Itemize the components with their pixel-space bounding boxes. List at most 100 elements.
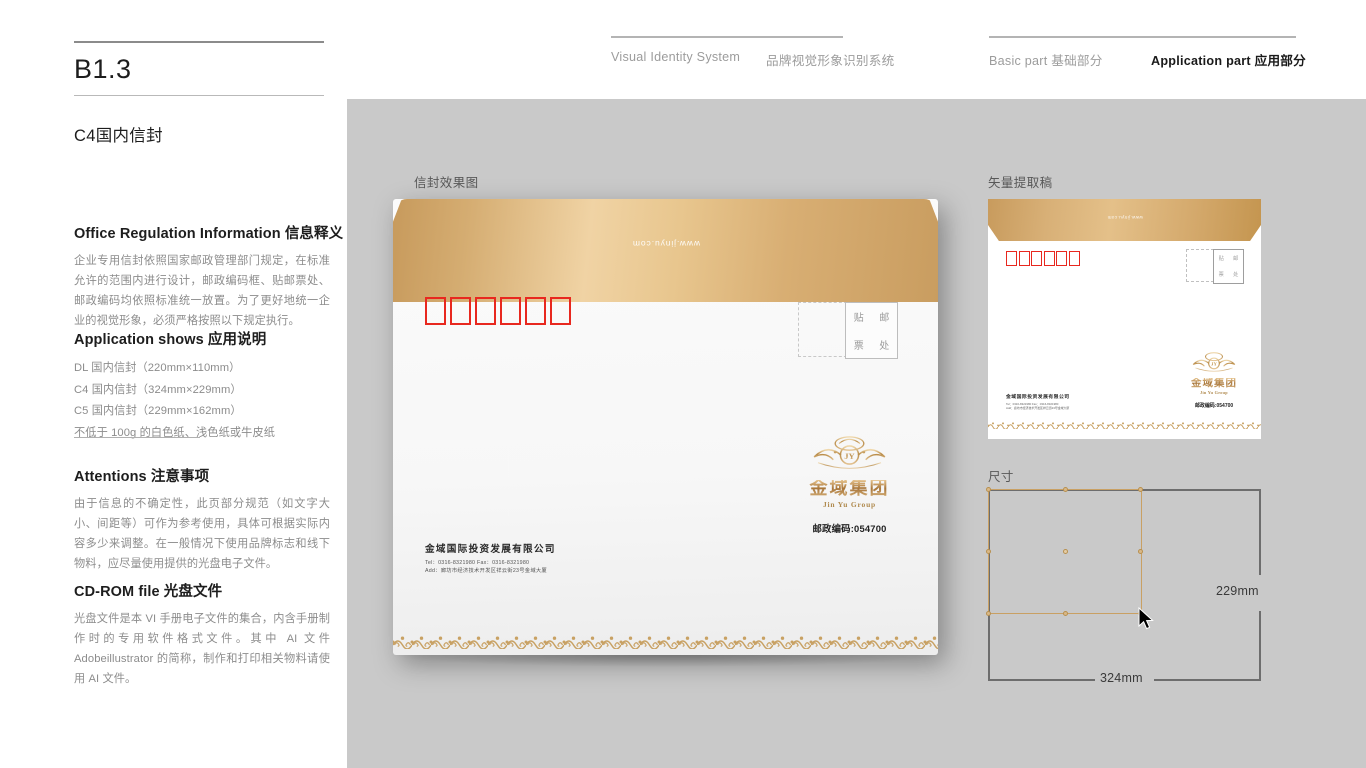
stamp-char: 贴 [853,313,864,325]
header-basic-part[interactable]: Basic part 基础部分 [989,50,1103,69]
section-application-shows: Application shows 应用说明 DL 国内信封（220mm×110… [74,328,330,444]
dim-bracket-right-lower [1259,611,1261,681]
postal-code-cell[interactable] [1043,251,1055,266]
vector-envelope-flap: www.jinyu.com [988,199,1261,241]
spec-item-paper: 不低于 100g 的白色纸、浅色纸或牛皮纸 [74,426,276,439]
svg-text:JY: JY [844,451,855,461]
section-attentions: Attentions 注意事项 由于信息的不确定性，此页部分规范（如文字大小、间… [74,465,330,575]
header-group-parts: Basic part 基础部分 Application part 应用部分 [989,36,1306,68]
stamp-char: 贴 [1218,255,1224,262]
stamp-char: 票 [853,340,864,352]
section-cdrom-file-body: 光盘文件是本 VI 手册电子文件的集合，内含手册制作时的专用软件格式文件。其中 … [74,613,330,685]
section-cdrom-file: CD-ROM file 光盘文件 光盘文件是本 VI 手册电子文件的集合，内含手… [74,580,330,690]
logo-crest-icon: JY [1192,352,1236,372]
dim-bracket-right-upper [1259,489,1261,575]
header-group-vis: Visual Identity System 品牌视觉形象识别系统 [611,36,913,68]
postal-code-cell[interactable] [1018,251,1030,266]
page-code: B1.3 [74,54,132,84]
logo-text-cn: 金域集团 [797,479,902,498]
brand-logo: JY 金域集团 Jin Yu Group [797,434,902,509]
svg-text:JY: JY [1211,362,1218,368]
postal-code-cell[interactable] [525,297,546,325]
envelope-mockup[interactable]: www.jinyu.com 贴 邮 票 处 金域国际投资发展有限公司 Tel：0… [393,199,938,655]
vector-decorative-border-icon [988,422,1261,429]
postal-code-cell[interactable] [500,297,521,325]
header-application-part[interactable]: Application part 应用部分 [1151,50,1306,69]
selection-handle-nw[interactable] [986,487,991,492]
vector-brand-logo: JY 金域集团 Jin Yu Group [1183,351,1245,395]
vector-postal-code-boxes [1006,251,1080,266]
selection-handle-ne[interactable] [1138,487,1143,492]
selection-center-point[interactable] [1063,549,1068,554]
vector-stamp-area: 贴 邮 票 处 [1186,249,1244,284]
size-diagram[interactable]: 324mm 229mm [986,487,1280,729]
envelope-flap-url: www.jinyu.com [631,239,700,249]
selection-handle-e[interactable] [1138,549,1143,554]
section-code-block: B1.3 [74,41,324,96]
section-application-shows-title: Application shows 应用说明 [74,332,267,348]
logo-crest-icon: JY [813,436,886,469]
header-rule-left [611,36,843,38]
section-office-regulation-title: Office Regulation Information 信息释义 [74,226,344,242]
section-attentions-title: Attentions 注意事项 [74,469,210,485]
postal-code-cell[interactable] [1068,251,1080,266]
sidebar-divider [74,437,200,438]
postal-code-cell[interactable] [1031,251,1042,266]
label-envelope-mockup: 信封效果图 [414,176,479,190]
dim-label-height: 229mm [1216,584,1259,598]
company-address: Add：廊坊市经济技术开发区祥云街23号金域大厦 [425,568,547,575]
section-attentions-body: 由于信息的不确定性，此页部分规范（如文字大小、间距等）可作为参考使用，具体可根据… [74,498,330,570]
stamp-char: 处 [1233,272,1239,279]
company-name: 金域国际投资发展有限公司 [425,544,556,555]
postal-code-boxes [425,297,571,325]
stamp-char: 邮 [1233,255,1239,262]
stamp-box: 贴 邮 票 处 [845,302,898,359]
artwork-canvas: 信封效果图 矢量提取稿 尺寸 www.jinyu.com 贴 邮 票 处 金域国… [347,99,1366,768]
header-visual-identity-system: Visual Identity System [611,50,741,64]
postal-code-cell[interactable] [1056,251,1067,266]
logo-text-cn: 金域集团 [1183,378,1245,389]
postal-zip-code: 邮政编码:054700 [812,523,887,534]
company-info: 金域国际投资发展有限公司 Tel：0316-8321980 Fax：0316-8… [425,541,556,575]
selection-handle-w[interactable] [986,549,991,554]
postal-code-cell[interactable] [1006,251,1017,266]
header-visual-identity-system-cn: 品牌视觉形象识别系统 [766,54,895,68]
postal-code-cell[interactable] [450,297,471,325]
company-name: 金域国际投资发展有限公司 [1006,395,1070,400]
vector-flap-url: www.jinyu.com [1106,215,1143,220]
section-office-regulation-body: 企业专用信封依照国家邮政管理部门规定，在标准允许的范围内进行设计，邮政编码框、贴… [74,255,330,327]
stamp-char: 处 [879,340,890,352]
selection-handle-s[interactable] [1063,611,1068,616]
company-address: Add：廊坊市经济技术开发区祥云街23号金域大厦 [1006,405,1070,410]
selection-rectangle[interactable] [986,487,1143,616]
vector-postal-zip-code: 邮政编码:054700 [1194,403,1234,409]
label-vector-artwork: 矢量提取稿 [988,176,1053,190]
selection-handle-sw[interactable] [986,611,991,616]
spec-item-c4: C4 国内信封（324mm×229mm） [74,383,242,396]
envelope-shadow [393,655,938,667]
postal-code-cell[interactable] [425,297,446,325]
spec-list: DL 国内信封（220mm×110mm） C4 国内信封（324mm×229mm… [74,358,330,444]
envelope-flap: www.jinyu.com [393,199,938,302]
dim-label-width: 324mm [1100,671,1143,685]
selection-handle-n[interactable] [1063,487,1068,492]
vector-company-info: 金域国际投资发展有限公司 Tel：0316-8321980 Fax：0316-8… [1006,393,1070,410]
stamp-char: 邮 [879,313,890,325]
spec-item-c5: C5 国内信封（229mm×162mm） [74,405,242,417]
vector-stamp-box: 贴 邮 票 处 [1213,249,1244,284]
page-title: C4国内信封 [74,127,163,145]
rule-below-code [74,94,324,96]
label-size-diagram: 尺寸 [988,470,1014,484]
envelope-vector-artwork[interactable]: www.jinyu.com 贴 邮 票 处 金域国际投资发展有限公司 Tel：0… [988,199,1261,439]
postal-code-cell[interactable] [475,297,496,325]
decorative-border-pattern-icon [393,636,938,649]
page-root: Visual Identity System 品牌视觉形象识别系统 Basic … [0,0,1366,768]
logo-text-en: Jin Yu Group [1200,389,1228,395]
stamp-area: 贴 邮 票 处 [798,302,898,359]
postal-code-cell[interactable] [550,297,571,325]
section-cdrom-file-title: CD-ROM file 光盘文件 [74,584,223,600]
dim-bracket-bottom-right [1154,679,1261,681]
header-rule-right [989,36,1296,38]
company-contact: Tel：0316-8321980 Fax：0316-8321980 [425,560,530,566]
section-office-regulation: Office Regulation Information 信息释义 企业专用信… [74,222,344,332]
